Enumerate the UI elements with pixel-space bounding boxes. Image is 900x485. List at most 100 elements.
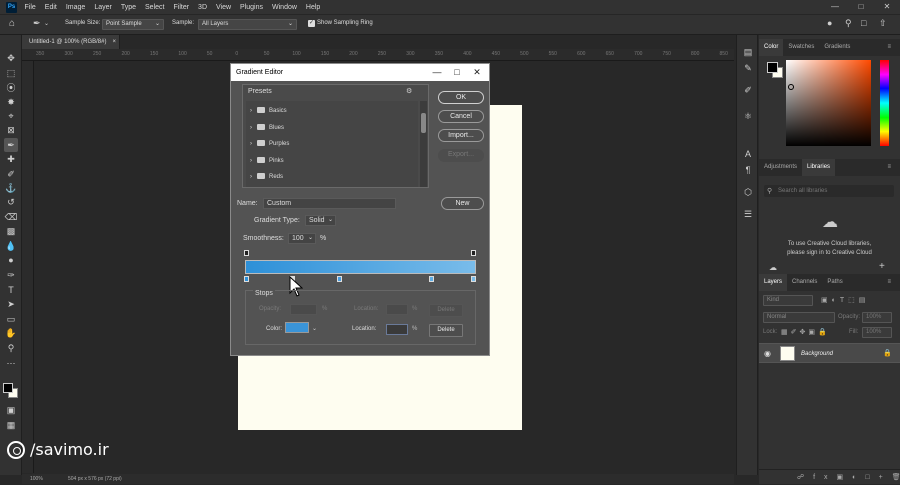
menu-view[interactable]: View [212,4,236,11]
location-input-bottom[interactable] [386,324,408,335]
opacity-stop-left[interactable] [244,250,249,256]
menu-layer[interactable]: Layer [90,4,117,11]
hue-slider[interactable] [880,60,889,146]
tab-color[interactable]: Color [759,39,784,56]
comments-icon[interactable]: ✎ [741,61,755,75]
history-icon[interactable]: ▤ [741,45,755,59]
stop-color-swatch[interactable] [285,322,309,333]
menu-plugins[interactable]: Plugins [236,4,268,11]
zoom-tool-icon[interactable]: ⚲ [4,341,18,355]
menu-image[interactable]: Image [61,4,89,11]
menu-type[interactable]: Type [116,4,140,11]
gradient-type-select[interactable]: Solid ⌄ [305,215,336,226]
dodge-tool-icon[interactable]: ● [4,253,18,267]
search-icon[interactable]: ⚲ [845,18,852,29]
menu-edit[interactable]: Edit [40,4,61,11]
gear-icon[interactable]: ⚙ [406,87,412,95]
workspace-icon[interactable]: □ [861,18,866,28]
rectangle-tool-icon[interactable]: ▭ [4,312,18,326]
import-button[interactable]: Import... [438,129,484,142]
blend-mode-select[interactable]: Normal [763,312,835,323]
sample-select[interactable]: All Layers ⌄ [198,19,297,30]
history-brush-tool-icon[interactable]: ↺ [4,195,18,209]
add-icon[interactable]: + [879,261,885,272]
layer-row-background[interactable]: ◉ Background 🔒 [759,343,900,363]
color-picker-field[interactable] [786,60,871,146]
layer-name[interactable]: Background [801,344,833,364]
quick-select-tool-icon[interactable]: ✸ [4,95,18,109]
properties-icon[interactable]: ☰ [741,207,755,221]
marquee-tool-icon[interactable]: ⬚ [4,66,18,80]
adjust-icon[interactable]: ⚛ [741,109,755,123]
chevron-down-icon[interactable]: ⌄ [312,325,317,332]
delete-button-bottom[interactable]: Delete [429,324,463,337]
clone-stamp-tool-icon[interactable]: ⚓ [4,181,18,195]
frame-tool-icon[interactable]: ⊠ [4,123,18,137]
brushes-icon[interactable]: ✐ [741,83,755,97]
color-stop[interactable] [244,276,249,282]
character-icon[interactable]: A [741,147,755,161]
library-search-input[interactable]: Search all libraries [764,185,894,197]
tab-adjustments[interactable]: Adjustments [759,159,802,176]
smoothness-input[interactable]: 100 ⌄ [288,233,316,244]
3d-icon[interactable]: ⬡ [741,185,755,199]
preset-folder-reds[interactable]: › Reds [250,170,283,184]
menu-window[interactable]: Window [268,4,302,11]
tab-channels[interactable]: Channels [787,274,822,291]
crop-tool-icon[interactable]: ⌖ [4,109,18,123]
menu-select[interactable]: Select [141,4,169,11]
tab-swatches[interactable]: Swatches [783,39,819,56]
foreground-color-swatch[interactable] [3,383,13,393]
type-tool-icon[interactable]: T [4,283,18,297]
panel-menu-icon[interactable]: ≡ [882,159,896,176]
name-input[interactable]: Custom [263,198,396,209]
maximize-icon[interactable]: □ [848,0,874,14]
tab-paths[interactable]: Paths [822,274,847,291]
brush-tool-icon[interactable]: ✐ [4,167,18,181]
gradient-tool-icon[interactable]: ▩ [4,224,18,238]
close-tab-icon[interactable]: × [112,39,116,45]
move-tool-icon[interactable]: ✥ [4,51,18,65]
minimize-icon[interactable]: — [429,64,445,81]
menu-help[interactable]: Help [301,4,324,11]
layer-filter-icons[interactable]: ▣◐T⬚▤ [821,296,869,304]
preset-folder-blues[interactable]: › Blues [250,121,284,135]
pen-tool-icon[interactable]: ✑ [4,268,18,282]
presets-scrollbar-thumb[interactable] [421,113,426,133]
tab-libraries[interactable]: Libraries [802,159,836,176]
close-icon[interactable]: ✕ [874,0,900,14]
gradient-preview-bar[interactable] [245,260,476,274]
color-stop[interactable] [471,276,476,282]
cancel-button[interactable]: Cancel [438,110,484,123]
blur-tool-icon[interactable]: 💧 [4,239,18,253]
fill-input[interactable]: 100% [862,327,892,338]
quick-mask-icon[interactable]: ▣ [4,403,18,417]
opacity-stop-right[interactable] [471,250,476,256]
visibility-eye-icon[interactable]: ◉ [764,349,771,358]
preset-folder-purples[interactable]: › Purples [250,137,289,151]
more-tools-icon[interactable]: ⋯ [4,356,18,370]
color-picker-marker[interactable] [788,84,794,90]
panel-menu-icon[interactable]: ≡ [882,274,896,291]
eyedropper-tool-icon[interactable]: ✒ [4,138,18,152]
home-icon[interactable]: ⌂ [9,18,15,29]
document-tab[interactable]: Untitled-1 @ 100% (RGB/8#) × [22,35,120,49]
user-icon[interactable]: ● [827,18,832,28]
new-button[interactable]: New [441,197,484,210]
lasso-tool-icon[interactable]: ⦿ [4,81,18,95]
healing-brush-tool-icon[interactable]: ✚ [4,152,18,166]
tab-gradients[interactable]: Gradients [819,39,855,56]
panel-menu-icon[interactable]: ≡ [882,39,896,56]
cloud-icon[interactable]: ☁ [769,263,777,272]
tab-layers[interactable]: Layers [759,274,788,291]
show-ring-checkbox[interactable]: ✓ [308,20,315,27]
maximize-icon[interactable]: □ [449,64,465,81]
menu-3d[interactable]: 3D [194,4,212,11]
foreground-color-chip[interactable] [767,62,778,73]
layer-opacity-input[interactable]: 100% [862,312,892,323]
eraser-tool-icon[interactable]: ⌫ [4,210,18,224]
sample-size-select[interactable]: Point Sample ⌄ [102,19,164,30]
menu-filter[interactable]: Filter [169,4,194,11]
ok-button[interactable]: OK [438,91,484,104]
preset-folder-pinks[interactable]: › Pinks [250,154,284,168]
